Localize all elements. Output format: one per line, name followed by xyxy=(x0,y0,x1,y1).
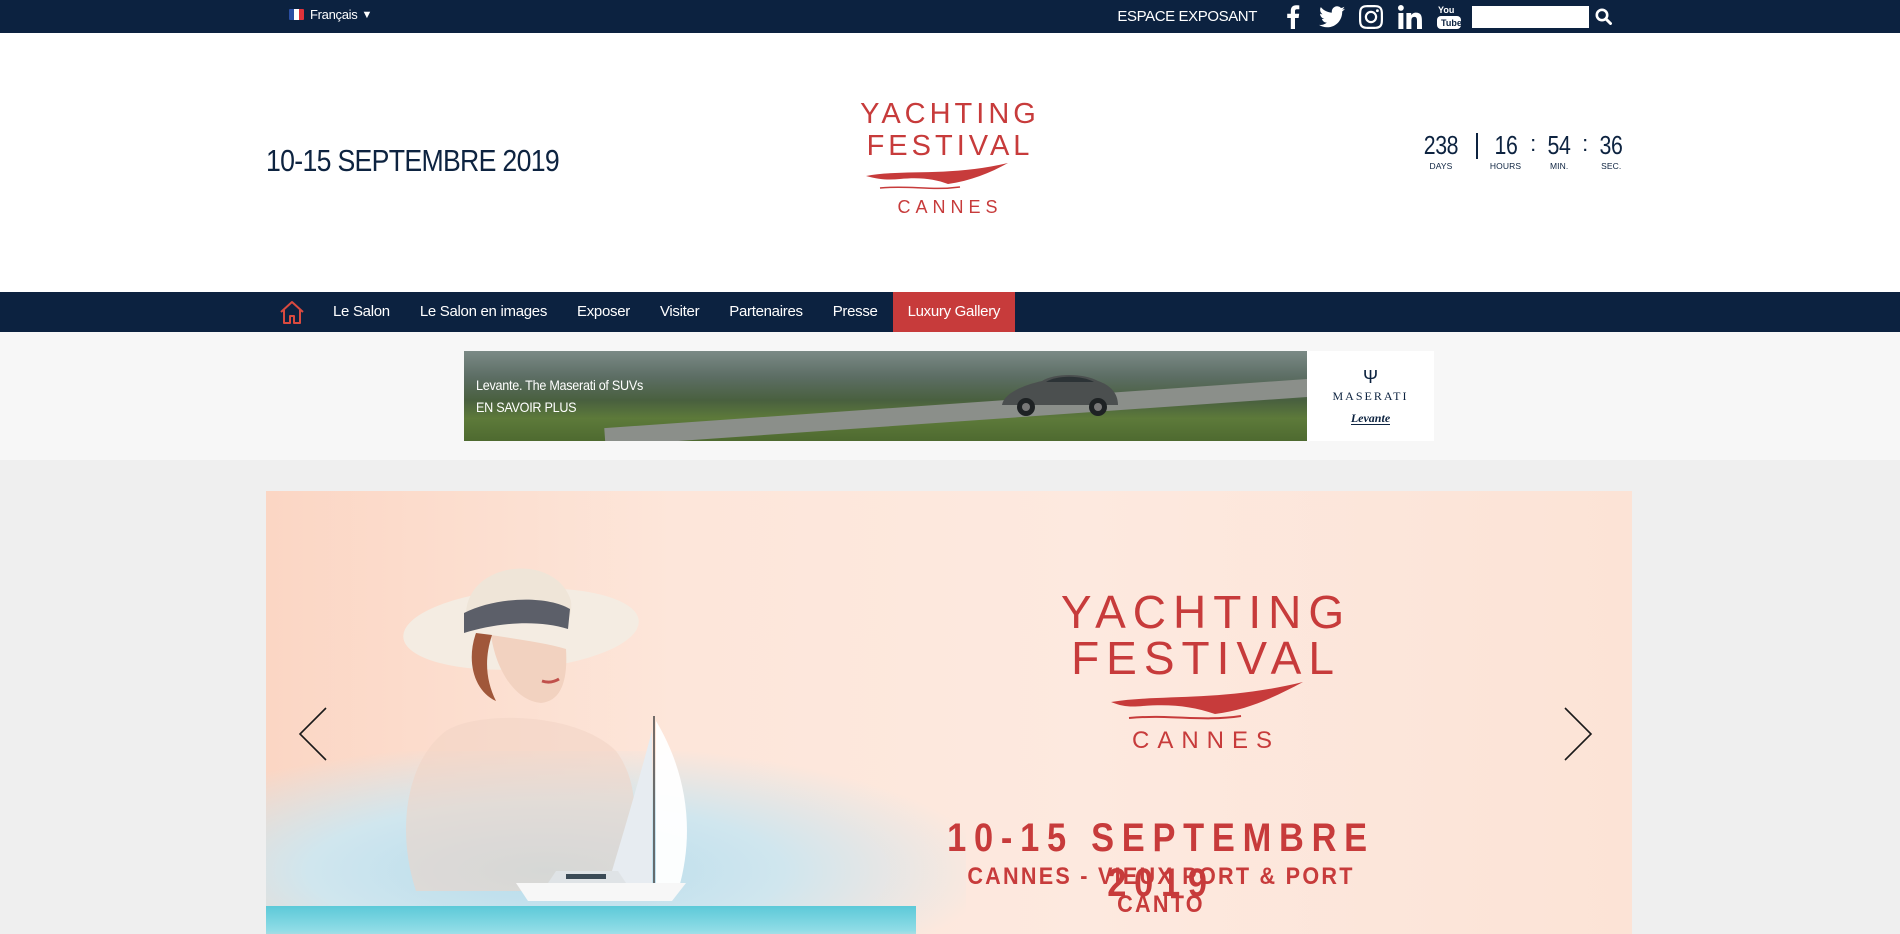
woman-hat-yacht-illustration xyxy=(403,568,687,901)
hero-logo-line3: CANNES xyxy=(1132,727,1280,754)
countdown-days: 238 DAYS xyxy=(1420,131,1462,171)
ad-photo: Levante. The Maserati of SUVs EN SAVOIR … xyxy=(464,351,1307,441)
facebook-icon[interactable] xyxy=(1273,0,1312,33)
countdown: 238 DAYS 16 HOURS : 54 MIN. : 36 SEC. xyxy=(1420,131,1625,171)
caret-down-icon: ▼ xyxy=(361,8,373,21)
instagram-icon[interactable] xyxy=(1351,0,1390,33)
hero-venue: CANNES - VIEUX PORT & PORT CANTO xyxy=(967,863,1355,918)
nav-item-partenaires[interactable]: Partenaires xyxy=(714,292,817,332)
search-icon[interactable] xyxy=(1589,0,1617,33)
hero-logo-line1: YACHTING xyxy=(1061,586,1351,638)
logo-line3: CANNES xyxy=(897,197,1002,217)
maserati-logo: Ψ MASERATI Levante xyxy=(1307,351,1434,441)
youtube-icon[interactable]: You Tube xyxy=(1429,0,1468,33)
hours-label: HOURS xyxy=(1489,161,1522,171)
colon-separator: : xyxy=(1530,131,1537,156)
trident-icon: Ψ xyxy=(1362,367,1379,387)
countdown-hours: 16 HOURS xyxy=(1490,131,1521,171)
ad-strip: Levante. The Maserati of SUVs EN SAVOIR … xyxy=(0,332,1900,460)
twitter-icon[interactable] xyxy=(1312,0,1351,33)
ad-brand-name: MASERATI xyxy=(1332,389,1409,403)
chevron-right-icon[interactable] xyxy=(1561,706,1595,762)
ad-headline: Levante. The Maserati of SUVs xyxy=(476,377,644,393)
maserati-banner-ad[interactable]: Levante. The Maserati of SUVs EN SAVOIR … xyxy=(464,351,1434,441)
car-image xyxy=(1002,375,1118,416)
hero-section: YACHTING FESTIVAL CANNES 10-15 SEPTEMBRE… xyxy=(0,460,1900,934)
hero-logo-line2: FESTIVAL xyxy=(1071,632,1341,684)
language-selector[interactable]: Français ▼ xyxy=(289,7,372,22)
days-value: 238 xyxy=(1423,130,1459,160)
ad-cta[interactable]: EN SAVOIR PLUS xyxy=(476,399,577,415)
svg-text:Tube: Tube xyxy=(1441,18,1462,28)
minutes-label: MIN. xyxy=(1550,161,1569,171)
nav-item-presse[interactable]: Presse xyxy=(818,292,893,332)
hours-value: 16 xyxy=(1494,130,1517,160)
ad-model-name: Levante xyxy=(1350,411,1391,425)
main-nav: Le Salon Le Salon en images Exposer Visi… xyxy=(0,292,1900,332)
nav-item-luxury-gallery[interactable]: Luxury Gallery xyxy=(892,292,1016,332)
yachting-festival-logo[interactable]: YACHTING FESTIVAL CANNES xyxy=(840,93,1060,223)
days-label: DAYS xyxy=(1429,161,1453,171)
france-flag-icon xyxy=(289,9,304,20)
nav-item-exposer[interactable]: Exposer xyxy=(562,292,645,332)
seconds-value: 36 xyxy=(1599,130,1623,160)
top-right-tools: ESPACE EXPOSANT You Tube xyxy=(1117,0,1617,33)
social-links: You Tube xyxy=(1273,0,1468,33)
nav-item-salon-en-images[interactable]: Le Salon en images xyxy=(405,292,562,332)
nav-item-visiter[interactable]: Visiter xyxy=(645,292,714,332)
logo-line2: FESTIVAL xyxy=(867,130,1034,162)
home-icon[interactable] xyxy=(266,292,318,332)
hero-logo-wave-icon xyxy=(1111,682,1303,714)
countdown-minutes: 54 MIN. xyxy=(1545,131,1573,171)
hero-slide[interactable]: YACHTING FESTIVAL CANNES 10-15 SEPTEMBRE… xyxy=(266,491,1632,934)
countdown-divider xyxy=(1475,133,1478,159)
chevron-left-icon[interactable] xyxy=(296,706,330,762)
search-input[interactable] xyxy=(1472,5,1589,28)
svg-text:You: You xyxy=(1438,5,1454,15)
logo-wave-icon xyxy=(866,163,1008,184)
seconds-label: SEC. xyxy=(1601,161,1622,171)
language-label: Français xyxy=(310,7,358,22)
hero-festival-logo: YACHTING FESTIVAL CANNES xyxy=(1061,586,1351,754)
event-dates: 10-15 SEPTEMBRE 2019 xyxy=(266,143,560,178)
logo-line1: YACHTING xyxy=(860,98,1040,130)
top-bar: Français ▼ ESPACE EXPOSANT You Tube xyxy=(0,0,1900,33)
nav-item-le-salon[interactable]: Le Salon xyxy=(318,292,405,332)
colon-separator: : xyxy=(1582,131,1589,156)
linkedin-icon[interactable] xyxy=(1390,0,1429,33)
minutes-value: 54 xyxy=(1547,130,1571,160)
countdown-seconds: 36 SEC. xyxy=(1597,131,1625,171)
site-header: 10-15 SEPTEMBRE 2019 YACHTING FESTIVAL C… xyxy=(0,33,1900,292)
exhibitor-space-link[interactable]: ESPACE EXPOSANT xyxy=(1117,8,1257,25)
